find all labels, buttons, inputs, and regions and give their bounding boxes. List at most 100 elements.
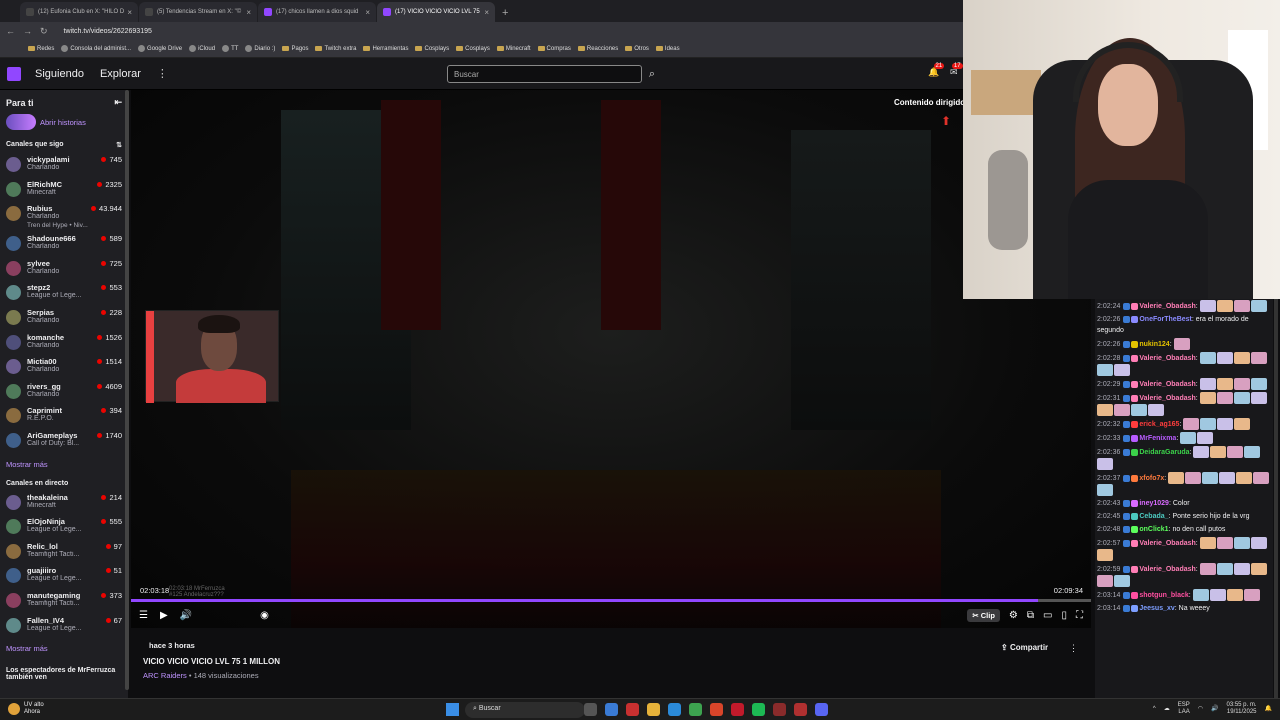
- wifi-icon[interactable]: ◠: [1198, 706, 1203, 713]
- stories-link[interactable]: Abrir historias: [0, 108, 128, 136]
- tray-chevron-icon[interactable]: ^: [1153, 706, 1156, 713]
- more-options-icon[interactable]: ⋮: [1069, 643, 1078, 654]
- bookmark-item[interactable]: Otros: [625, 46, 649, 52]
- bookmark-item[interactable]: Compras: [537, 46, 571, 52]
- fullscreen-icon[interactable]: ⛶: [1076, 610, 1083, 621]
- chat-username[interactable]: Jeesus_xv: [1139, 605, 1174, 612]
- channel-item[interactable]: manutegaming Teamfight Tacti... 373: [0, 589, 128, 614]
- chat-username[interactable]: shotgun_black: [1139, 592, 1188, 599]
- app-icon[interactable]: [626, 703, 639, 716]
- channel-item[interactable]: guajiiiro League of Lege... 51: [0, 564, 128, 589]
- bookmark-item[interactable]: Google Drive: [138, 45, 182, 52]
- theatre-mode-icon[interactable]: ▭: [1043, 610, 1052, 621]
- back-icon[interactable]: ←: [6, 26, 15, 36]
- discord-icon[interactable]: [815, 703, 828, 716]
- bookmark-item[interactable]: iCloud: [189, 45, 215, 52]
- pip-icon[interactable]: ⧉: [1027, 610, 1034, 621]
- channel-item[interactable]: Shadoune666 Charlando 589: [0, 232, 128, 257]
- inbox-icon[interactable]: ✉ 17: [950, 63, 963, 78]
- chat-username[interactable]: OneForTheBest: [1139, 316, 1192, 323]
- chat-username[interactable]: Valerie_Obadash: [1139, 355, 1195, 362]
- channel-item[interactable]: stepz2 League of Lege... 553: [0, 281, 128, 306]
- more-icon[interactable]: ⋮: [157, 67, 168, 80]
- bookmark-item[interactable]: Consola del administ...: [61, 45, 131, 52]
- onedrive-icon[interactable]: ☁: [1164, 706, 1170, 713]
- chat-username[interactable]: iney1029: [1139, 500, 1169, 507]
- task-view-icon[interactable]: [584, 703, 597, 716]
- chat-username[interactable]: Valerie_Obadash: [1139, 381, 1195, 388]
- channel-item[interactable]: Fallen_IV4 League of Lege... 67: [0, 614, 128, 639]
- spotify-icon[interactable]: [752, 703, 765, 716]
- bookmark-item[interactable]: Ideas: [655, 46, 680, 52]
- channel-item[interactable]: Caprimint R.E.P.O. 394: [0, 404, 128, 429]
- bookmark-item[interactable]: Twitch extra: [315, 46, 356, 52]
- app-icon[interactable]: [731, 703, 744, 716]
- bookmark-item[interactable]: Cosplays: [456, 46, 490, 52]
- new-tab-button[interactable]: +: [502, 7, 508, 19]
- channel-item[interactable]: AriGameplays Call of Duty: Bl... 1740: [0, 429, 128, 454]
- collapse-sidebar-icon[interactable]: ⇤: [114, 97, 122, 108]
- file-explorer-icon[interactable]: [647, 703, 660, 716]
- channel-item[interactable]: Serpias Charlando 228: [0, 306, 128, 331]
- search-input[interactable]: Buscar: [447, 65, 642, 83]
- close-icon[interactable]: ×: [484, 8, 489, 17]
- volume-icon[interactable]: 🔊: [180, 610, 192, 621]
- channel-item[interactable]: theakaleina Minecraft 214: [0, 491, 128, 516]
- bookmark-item[interactable]: Redes: [28, 46, 54, 52]
- chat-username[interactable]: onClick1: [1139, 526, 1168, 533]
- channel-item[interactable]: sylvee Charlando 725: [0, 257, 128, 282]
- bookmark-item[interactable]: Diario :): [245, 45, 275, 52]
- volume-tray-icon[interactable]: 🔊: [1211, 706, 1218, 713]
- sidebar-toggle-icon[interactable]: ▯: [1061, 610, 1067, 621]
- category-link[interactable]: ARC Raiders: [143, 671, 187, 680]
- play-icon[interactable]: ▶: [160, 610, 168, 621]
- channel-item[interactable]: ElRichMC Minecraft 2325: [0, 178, 128, 203]
- search-icon[interactable]: ⌕: [643, 65, 661, 83]
- app-icon[interactable]: [794, 703, 807, 716]
- channel-item[interactable]: komanche Charlando 1526: [0, 331, 128, 356]
- chat-username[interactable]: nukin124: [1139, 341, 1169, 348]
- twitch-logo-icon[interactable]: [7, 66, 21, 81]
- notifications-icon[interactable]: 🔔 21: [928, 63, 945, 78]
- browser-tab[interactable]: (12) Eufonia Club en X: "HILO D ×: [20, 2, 138, 22]
- show-more-live[interactable]: Mostrar más: [0, 638, 128, 659]
- chat-username[interactable]: Valerie_Obadash: [1139, 540, 1195, 547]
- show-more-followed[interactable]: Mostrar más: [0, 454, 128, 475]
- url-field[interactable]: twitch.tv/videos/2622693195: [64, 28, 152, 35]
- browser-tab[interactable]: (5) Tendencias Stream en X: "© ×: [139, 2, 257, 22]
- weather-widget[interactable]: UV alto Ahora: [8, 702, 44, 716]
- chat-username[interactable]: Cebada_: [1139, 513, 1168, 520]
- channel-item[interactable]: Relic_lol Teamfight Tacti... 97: [0, 540, 128, 565]
- nav-browse[interactable]: Explorar: [100, 68, 141, 80]
- close-icon[interactable]: ×: [127, 8, 132, 17]
- chat-scrollbar[interactable]: [1274, 299, 1278, 698]
- chat-username[interactable]: erick_ag165: [1139, 421, 1179, 428]
- chapters-icon[interactable]: ☰: [139, 610, 148, 621]
- chat-username[interactable]: DeidaraGaruda: [1139, 449, 1189, 456]
- copilot-icon[interactable]: [605, 703, 618, 716]
- chat-username[interactable]: MrFenixma: [1139, 435, 1176, 442]
- speed-icon[interactable]: ◉: [260, 610, 269, 621]
- app-icon[interactable]: [773, 703, 786, 716]
- bookmark-item[interactable]: Minecraft: [496, 46, 531, 52]
- channel-item[interactable]: rivers_gg Charlando 4609: [0, 380, 128, 405]
- chat-username[interactable]: Valerie_Obadash: [1139, 303, 1195, 310]
- chrome-icon[interactable]: [689, 703, 702, 716]
- bookmark-item[interactable]: Cosplays: [415, 46, 449, 52]
- chat-username[interactable]: Valerie_Obadash: [1139, 395, 1195, 402]
- bookmark-item[interactable]: TT: [222, 45, 238, 52]
- reload-icon[interactable]: ↻: [40, 26, 48, 37]
- nav-following[interactable]: Siguiendo: [35, 68, 84, 80]
- channel-item[interactable]: ElOjoNinja League of Lege... 555: [0, 515, 128, 540]
- bookmark-item[interactable]: Reacciones: [577, 46, 618, 52]
- channel-item[interactable]: Rubius Charlando 43.944: [0, 202, 128, 222]
- edge-icon[interactable]: [668, 703, 681, 716]
- close-icon[interactable]: ×: [365, 8, 370, 17]
- language-indicator[interactable]: ESP LAA: [1178, 702, 1190, 716]
- windows-start-icon[interactable]: [446, 703, 459, 716]
- channel-item[interactable]: vickypalami Charlando 745: [0, 153, 128, 178]
- bookmark-item[interactable]: Herramientas: [363, 46, 408, 52]
- settings-icon[interactable]: ⚙: [1009, 610, 1018, 621]
- sidebar-scrollbar[interactable]: [125, 90, 129, 690]
- close-icon[interactable]: ×: [246, 8, 251, 17]
